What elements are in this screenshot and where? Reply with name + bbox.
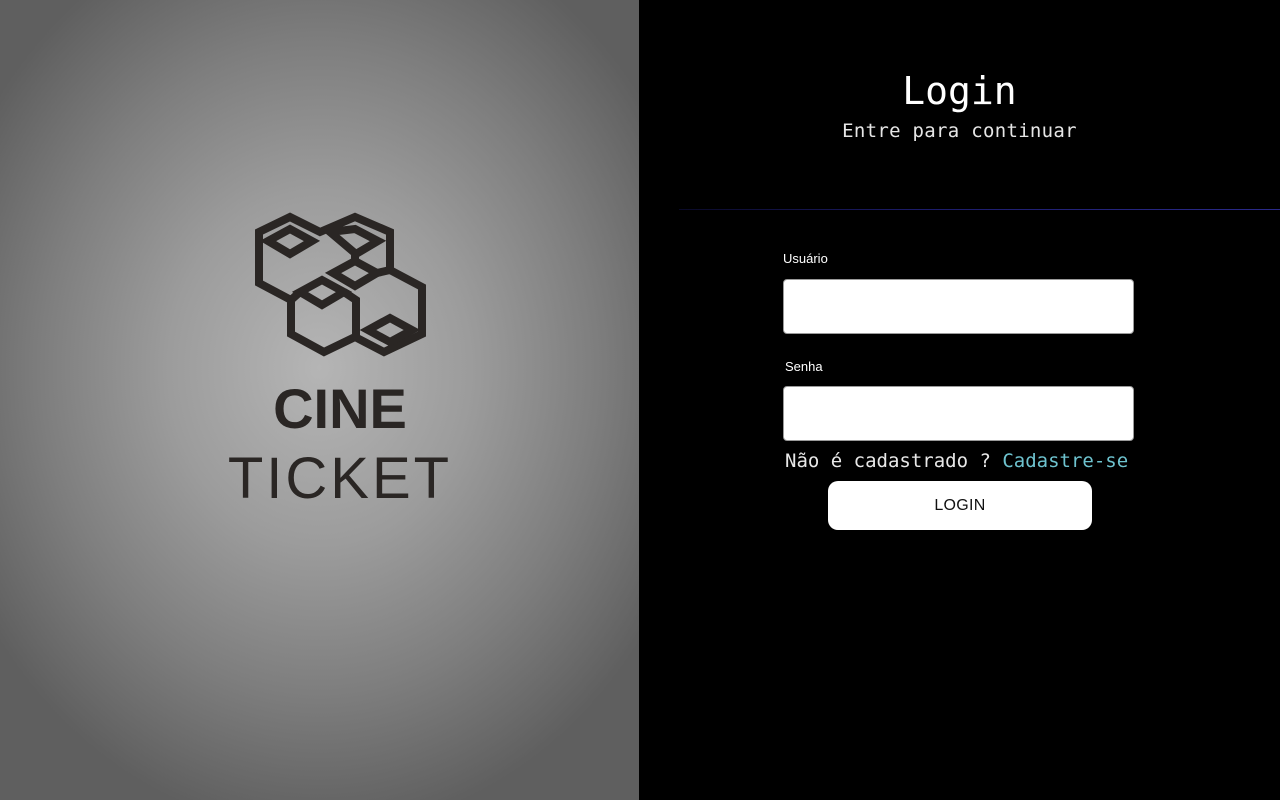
password-field[interactable] [783,386,1134,441]
hexagon-mark-icon [255,212,426,357]
register-prompt-text: Não é cadastrado ? [785,450,1003,472]
brand-line2: TICKET [228,446,452,511]
brand-panel: CINE TICKET [0,0,639,800]
page-title: Login [902,69,1017,113]
login-button[interactable]: LOGIN [828,481,1092,530]
brand-line1: CINE [273,377,407,440]
password-label: Senha [785,359,823,374]
register-prompt: Não é cadastrado ? Cadastre-se [785,449,1128,473]
cine-ticket-logo: CINE TICKET [228,212,452,511]
login-panel: Login Entre para continuar Usuário Senha… [639,0,1280,800]
login-page: CINE TICKET Login Entre para continuar U… [0,0,1280,800]
header-divider [679,209,1280,210]
username-field[interactable] [783,279,1134,334]
username-label: Usuário [783,251,828,266]
register-link[interactable]: Cadastre-se [1002,450,1128,472]
page-subtitle: Entre para continuar [842,120,1077,142]
